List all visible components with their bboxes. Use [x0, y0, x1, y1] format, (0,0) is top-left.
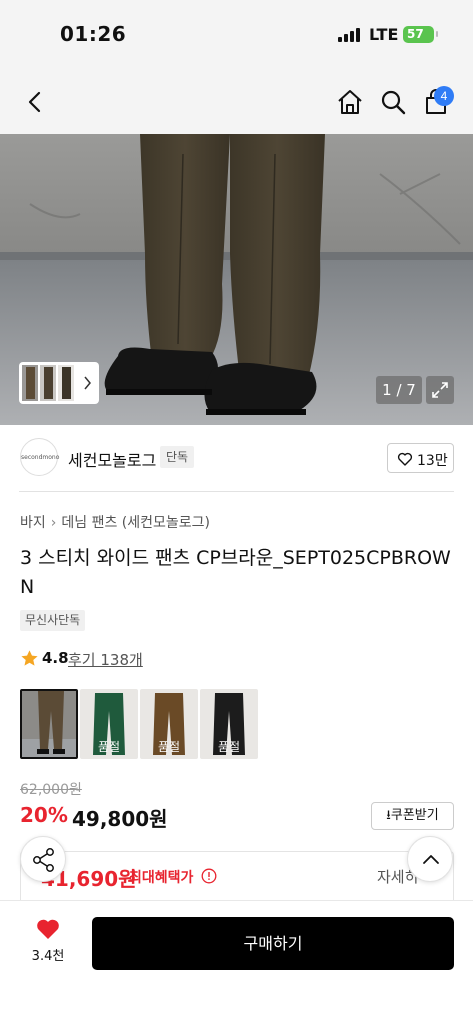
- expand-button[interactable]: [426, 376, 454, 404]
- heart-filled-icon: [37, 919, 59, 939]
- chevron-up-icon: [423, 855, 439, 864]
- status-bar: 01:26 LTE 57: [0, 0, 473, 70]
- brand-logo[interactable]: secondmono: [20, 438, 59, 476]
- back-icon[interactable]: [20, 86, 52, 118]
- cart-badge: 4: [434, 86, 454, 106]
- battery-icon: 57: [403, 26, 438, 43]
- benefit-label: 최대혜택가: [129, 870, 194, 886]
- breadcrumb-item-pants[interactable]: 바지: [20, 515, 46, 531]
- breadcrumb-item-denim[interactable]: 데님 팬츠 (세컨모놀로그): [61, 515, 210, 531]
- top-nav: [0, 70, 473, 134]
- sold-out-label: 품절: [157, 740, 181, 754]
- color-swatch-black[interactable]: 품절: [200, 689, 258, 759]
- wishlist-button[interactable]: 3.4천: [24, 917, 72, 969]
- heart-outline-icon: [397, 452, 413, 466]
- reviews-link[interactable]: 후기 138개: [68, 649, 143, 670]
- gallery-thumbnails[interactable]: [19, 362, 99, 404]
- thumbnail-strip-image: [22, 365, 91, 401]
- home-icon[interactable]: [334, 86, 366, 118]
- status-time: 01:26: [60, 22, 127, 46]
- wishlist-count: 3.4천: [31, 949, 65, 964]
- image-counter: 1 / 7: [376, 376, 422, 404]
- brand-name[interactable]: 세컨모놀로그: [68, 447, 156, 471]
- product-title: 3 스티치 와이드 팬츠 CP브라운_SEPT025CPBROWN: [20, 547, 451, 598]
- sold-out-label: 품절: [217, 740, 241, 754]
- buy-button[interactable]: 구매하기: [92, 917, 454, 970]
- sale-price: 49,800원: [72, 807, 168, 831]
- coupon-label: 쿠폰받기: [390, 808, 439, 823]
- bottom-bar: 3.4천 구매하기: [0, 900, 473, 1024]
- expand-icon: [432, 382, 448, 398]
- network-label: LTE: [369, 25, 399, 44]
- share-icon: [33, 848, 54, 872]
- chevron-right-icon: ›: [50, 515, 57, 531]
- star-icon: [21, 650, 38, 666]
- swatch-image: [22, 691, 76, 757]
- signal-icon: [338, 28, 362, 42]
- scroll-top-button[interactable]: [407, 836, 453, 882]
- discount-rate: 20%: [20, 803, 68, 827]
- breadcrumb: 바지 › 데님 팬츠 (세컨모놀로그): [20, 512, 210, 532]
- original-price: 62,000원: [20, 782, 82, 798]
- battery-level: 57: [407, 27, 424, 41]
- like-count: 13만: [417, 453, 448, 469]
- divider: [19, 491, 454, 492]
- sold-out-label: 품절: [97, 740, 121, 754]
- color-swatch-brown[interactable]: [20, 689, 78, 759]
- brand-exclusive-tag: 단독: [160, 446, 195, 468]
- color-swatch-green[interactable]: 품절: [80, 689, 138, 759]
- like-button[interactable]: 13만: [387, 443, 454, 473]
- search-icon[interactable]: [377, 86, 409, 118]
- rating-score: 4.8: [42, 649, 69, 667]
- coupon-button[interactable]: ⭳쿠폰받기: [371, 802, 454, 830]
- color-swatch-camel[interactable]: 품절: [140, 689, 198, 759]
- brand-row: secondmono 세컨모놀로그 단독 13만: [0, 435, 473, 481]
- exclusive-tag: 무신사단독: [20, 610, 86, 631]
- share-button[interactable]: [20, 836, 66, 882]
- info-icon[interactable]: [201, 868, 217, 884]
